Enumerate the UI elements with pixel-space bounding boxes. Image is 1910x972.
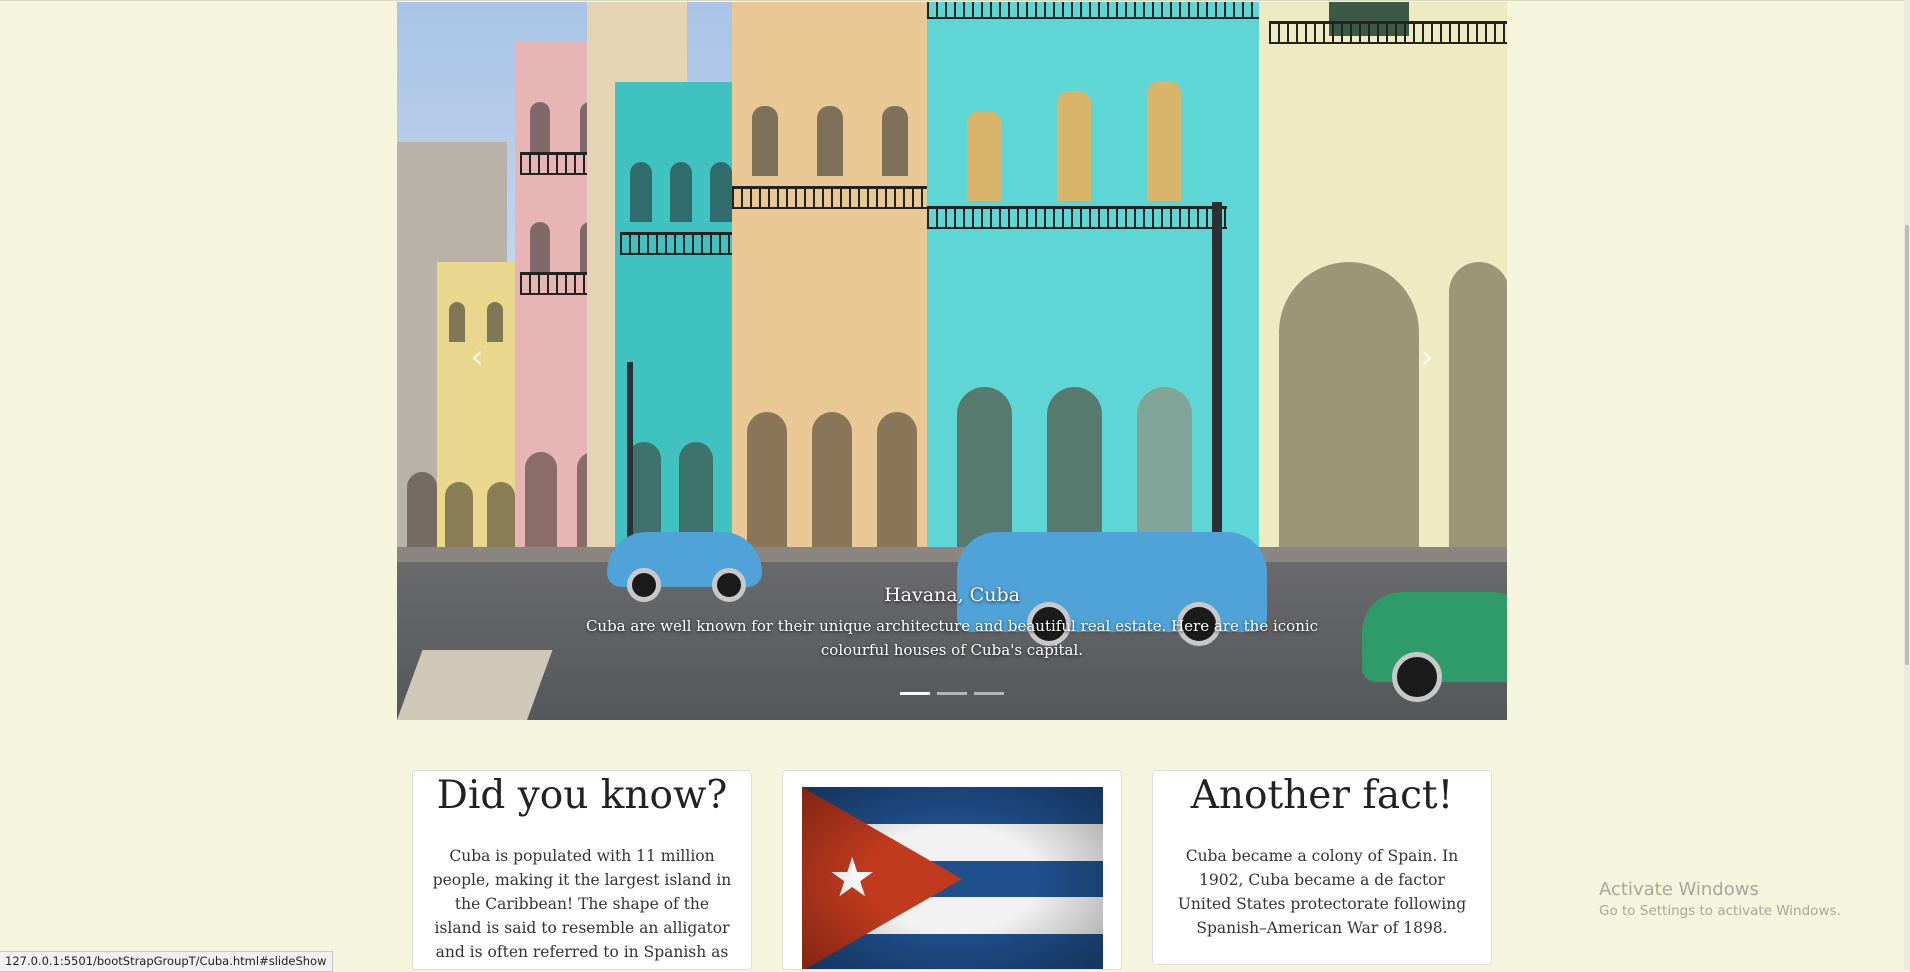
carousel-indicator-1[interactable] xyxy=(900,692,930,695)
card-text: Cuba is populated with 11 million people… xyxy=(432,847,732,969)
carousel-slide-havana: Havana, Cuba Cuba are well known for the… xyxy=(397,2,1507,720)
cuba-flag-image: ★ xyxy=(802,787,1103,969)
card-title: Did you know? xyxy=(436,773,728,818)
activate-windows-watermark: Activate Windows Go to Settings to activ… xyxy=(1599,878,1841,920)
chevron-left-icon: ‹ xyxy=(470,337,484,377)
carousel-indicators xyxy=(397,692,1507,695)
street-lamp xyxy=(1212,202,1222,572)
classic-car-left xyxy=(607,532,762,602)
fact-card-another-fact: Another fact! Cuba became a colony of Sp… xyxy=(1152,770,1492,965)
building-ochre xyxy=(732,2,932,562)
street-lamp-small xyxy=(627,362,633,562)
flag-card: ★ xyxy=(782,770,1122,970)
carousel-indicator-2[interactable] xyxy=(937,692,967,695)
building-cream xyxy=(1259,2,1507,562)
top-border xyxy=(0,0,1910,1)
scrollbar-thumb[interactable] xyxy=(1905,225,1909,665)
fact-card-did-you-know: Did you know? Cuba is populated with 11 … xyxy=(412,770,752,970)
building-yellow-small xyxy=(437,262,527,562)
caption-title: Havana, Cuba xyxy=(884,584,1020,606)
caption-text: Cuba are well known for their unique arc… xyxy=(585,617,1319,659)
building-turquoise-small xyxy=(615,82,745,562)
chevron-right-icon: › xyxy=(1420,337,1434,377)
watermark-subtitle: Go to Settings to activate Windows. xyxy=(1599,903,1841,919)
card-text: Cuba became a colony of Spain. In 1902, … xyxy=(1177,847,1467,937)
carousel-indicator-3[interactable] xyxy=(974,692,1004,695)
browser-status-url: 127.0.0.1:5501/bootStrapGroupT/Cuba.html… xyxy=(0,951,333,972)
carousel-caption: Havana, Cuba Cuba are well known for the… xyxy=(397,584,1507,662)
watermark-title: Activate Windows xyxy=(1599,879,1759,900)
image-carousel[interactable]: Havana, Cuba Cuba are well known for the… xyxy=(397,2,1507,720)
carousel-next-button[interactable]: › xyxy=(1397,332,1457,382)
carousel-prev-button[interactable]: ‹ xyxy=(447,332,507,382)
card-title: Another fact! xyxy=(1190,773,1454,818)
